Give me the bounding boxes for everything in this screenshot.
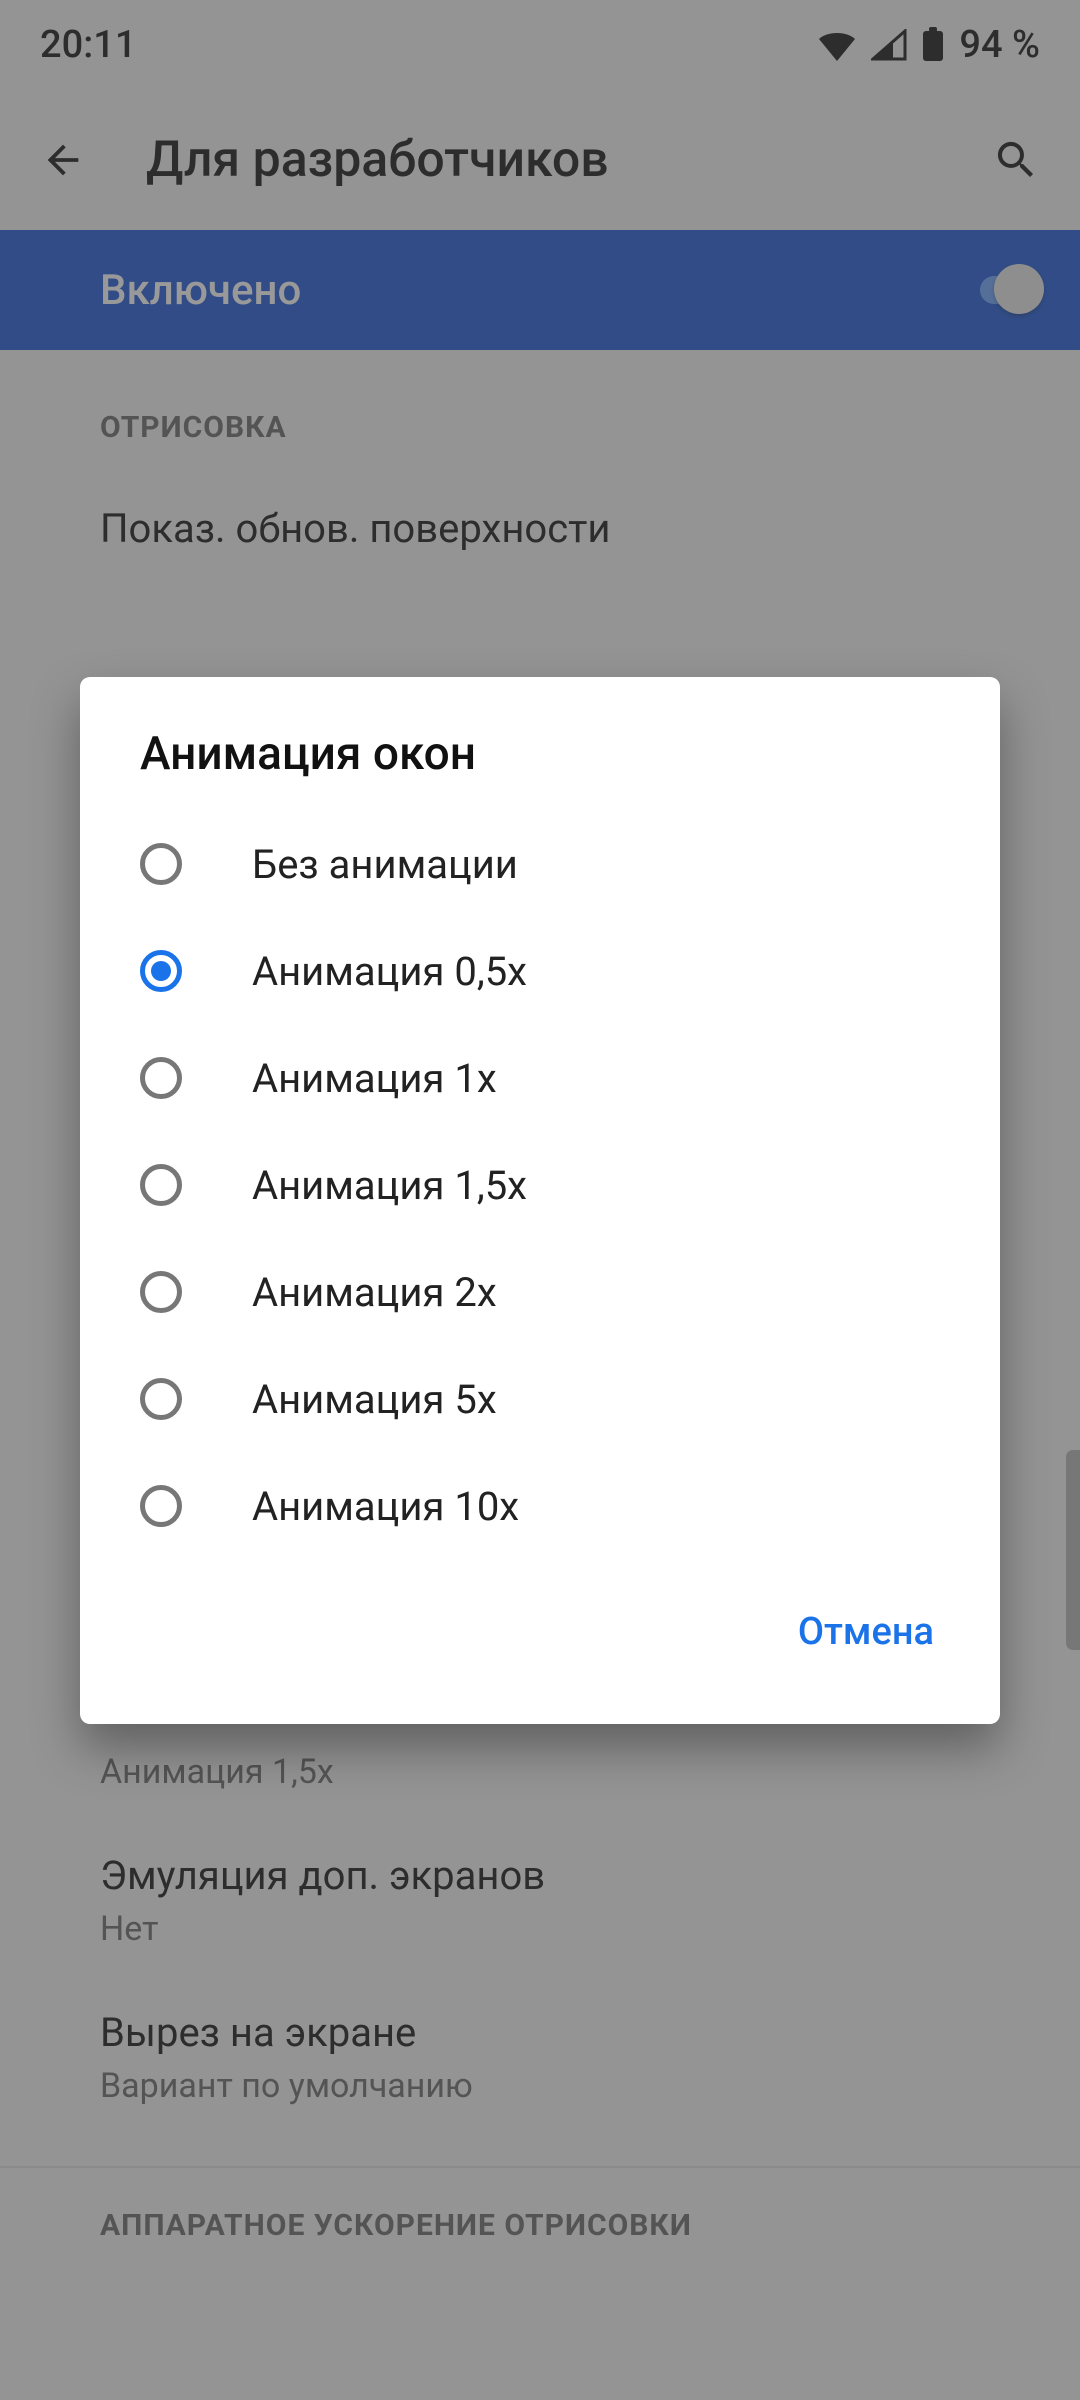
radio-label: Анимация 2x [252,1269,497,1316]
radio-label: Анимация 1x [252,1055,497,1102]
radio-group: Без анимации Анимация 0,5x Анимация 1x Аним… [80,811,1000,1560]
dialog-actions: Отмена [80,1560,1000,1694]
radio-option[interactable]: Без анимации [80,811,1000,918]
radio-icon [140,843,182,885]
radio-icon [140,950,182,992]
radio-label: Анимация 0,5x [252,948,527,995]
radio-label: Анимация 10x [252,1483,519,1530]
radio-icon [140,1271,182,1313]
radio-option[interactable]: Анимация 1,5x [80,1132,1000,1239]
radio-option[interactable]: Анимация 1x [80,1025,1000,1132]
radio-icon [140,1378,182,1420]
radio-option[interactable]: Анимация 10x [80,1453,1000,1560]
radio-option[interactable]: Анимация 2x [80,1239,1000,1346]
radio-icon [140,1485,182,1527]
scrollbar-thumb[interactable] [1066,1450,1080,1650]
radio-icon [140,1057,182,1099]
radio-label: Без анимации [252,841,518,888]
window-animation-dialog: Анимация окон Без анимации Анимация 0,5x А… [80,677,1000,1724]
radio-option[interactable]: Анимация 0,5x [80,918,1000,1025]
radio-option[interactable]: Анимация 5x [80,1346,1000,1453]
dialog-title: Анимация окон [80,727,1000,811]
radio-label: Анимация 1,5x [252,1162,527,1209]
radio-label: Анимация 5x [252,1376,497,1423]
modal-scrim[interactable]: Анимация окон Без анимации Анимация 0,5x А… [0,0,1080,2400]
radio-icon [140,1164,182,1206]
cancel-button[interactable]: Отмена [772,1590,960,1674]
